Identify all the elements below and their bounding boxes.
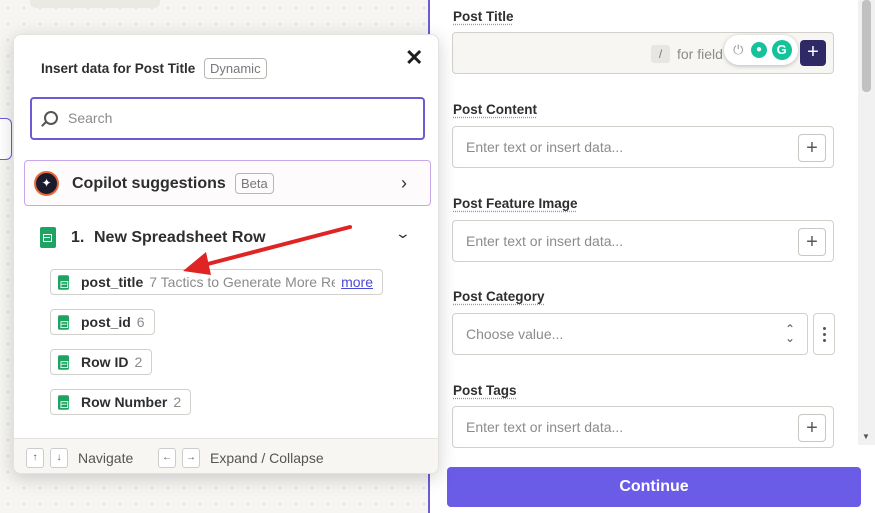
- scrollbar[interactable]: ▼: [858, 0, 875, 445]
- post-category-placeholder: Choose value...: [466, 326, 564, 342]
- post-tags-field[interactable]: Enter text or insert data... +: [452, 406, 834, 448]
- lightbulb-icon[interactable]: ●: [750, 42, 767, 58]
- expand-collapse-hint: Expand / Collapse: [210, 450, 324, 466]
- post-feature-image-label: Post Feature Image: [453, 196, 578, 211]
- scroll-down-icon[interactable]: ▼: [862, 432, 870, 441]
- close-icon[interactable]: ✕: [405, 47, 423, 69]
- arrow-right-key: →: [182, 448, 200, 468]
- search-input[interactable]: [68, 110, 408, 126]
- continue-button[interactable]: Continue: [447, 467, 861, 507]
- post-content-placeholder: Enter text or insert data...: [466, 139, 624, 155]
- field-value: 7 Tactics to Generate More Re: [149, 274, 336, 290]
- slash-key-hint: /: [651, 45, 670, 63]
- post-content-insert-button[interactable]: +: [798, 134, 826, 162]
- chevron-down-icon[interactable]: ⌄: [395, 225, 411, 242]
- copilot-label: Copilot suggestions: [72, 175, 226, 192]
- field-value: 2: [134, 354, 143, 370]
- post-category-select[interactable]: Choose value... ⌃ ⌄: [452, 313, 808, 355]
- arrow-left-key: ←: [158, 448, 176, 468]
- chevron-right-icon: ›: [401, 173, 407, 193]
- dynamic-badge: Dynamic: [204, 58, 267, 79]
- step-name: New Spreadsheet Row: [94, 229, 266, 246]
- google-sheets-icon: [57, 394, 70, 410]
- beta-badge: Beta: [235, 173, 274, 194]
- popover-title: Insert data for Post Title: [41, 61, 196, 76]
- copilot-sparkle-icon: ✦: [34, 171, 59, 196]
- keyboard-hints-footer: ↑ ↓ Navigate ← → Expand / Collapse: [14, 438, 438, 473]
- arrow-down-key: ↓: [50, 448, 68, 468]
- field-value: 6: [136, 314, 145, 330]
- grammarly-icon[interactable]: G: [771, 40, 792, 60]
- power-icon[interactable]: ⏻: [730, 42, 746, 58]
- post-tags-label: Post Tags: [453, 383, 517, 398]
- field-hint-text: for field: [677, 46, 723, 62]
- post-tags-placeholder: Enter text or insert data...: [466, 419, 624, 435]
- field-value: 2: [173, 394, 182, 410]
- step-group-header[interactable]: 1. New Spreadsheet Row ⌄: [14, 223, 438, 251]
- google-sheets-icon: [57, 314, 70, 330]
- data-field-post-id[interactable]: post_id 6: [50, 309, 155, 335]
- data-field-row-number[interactable]: Row Number 2: [50, 389, 192, 415]
- scrollbar-thumb[interactable]: [862, 0, 871, 92]
- google-sheets-icon: [40, 227, 56, 248]
- google-sheets-icon: [57, 354, 70, 370]
- post-content-field[interactable]: Enter text or insert data... +: [452, 126, 834, 168]
- post-category-label: Post Category: [453, 289, 545, 304]
- field-key: Row Number: [81, 394, 168, 410]
- canvas-node-fragment: [30, 0, 160, 8]
- canvas-node-edge: [0, 118, 12, 160]
- grammarly-widget[interactable]: ⏻ ● G: [724, 35, 798, 65]
- copilot-suggestions-row[interactable]: ✦ Copilot suggestions Beta ›: [24, 160, 431, 206]
- insert-data-button[interactable]: +: [800, 40, 826, 66]
- post-content-label: Post Content: [453, 102, 537, 117]
- insert-data-popover: Insert data for Post Title Dynamic ✕ ✦ C…: [13, 34, 439, 474]
- post-title-label: Post Title: [453, 9, 514, 24]
- more-options-button[interactable]: [813, 313, 835, 355]
- step-number: 1.: [71, 229, 85, 246]
- data-field-row-id[interactable]: Row ID 2: [50, 349, 153, 375]
- step-config-panel: Post Title / for field ⏻ ● G + Post Cont…: [428, 0, 875, 513]
- field-key: post_title: [81, 274, 144, 290]
- navigate-hint: Navigate: [78, 450, 134, 466]
- post-tags-insert-button[interactable]: +: [798, 414, 826, 442]
- field-key: post_id: [81, 314, 131, 330]
- data-field-post-title[interactable]: post_title 7 Tactics to Generate More Re…: [50, 269, 383, 295]
- search-icon: [44, 111, 58, 125]
- post-feature-image-insert-button[interactable]: +: [798, 228, 826, 256]
- more-link[interactable]: more: [341, 274, 373, 290]
- post-feature-image-field[interactable]: Enter text or insert data... +: [452, 220, 834, 262]
- post-feature-image-placeholder: Enter text or insert data...: [466, 233, 624, 249]
- field-key: Row ID: [81, 354, 129, 370]
- up-down-chevron-icon: ⌃ ⌄: [784, 322, 795, 345]
- google-sheets-icon: [57, 274, 70, 290]
- search-box[interactable]: [30, 97, 425, 140]
- arrow-up-key: ↑: [26, 448, 44, 468]
